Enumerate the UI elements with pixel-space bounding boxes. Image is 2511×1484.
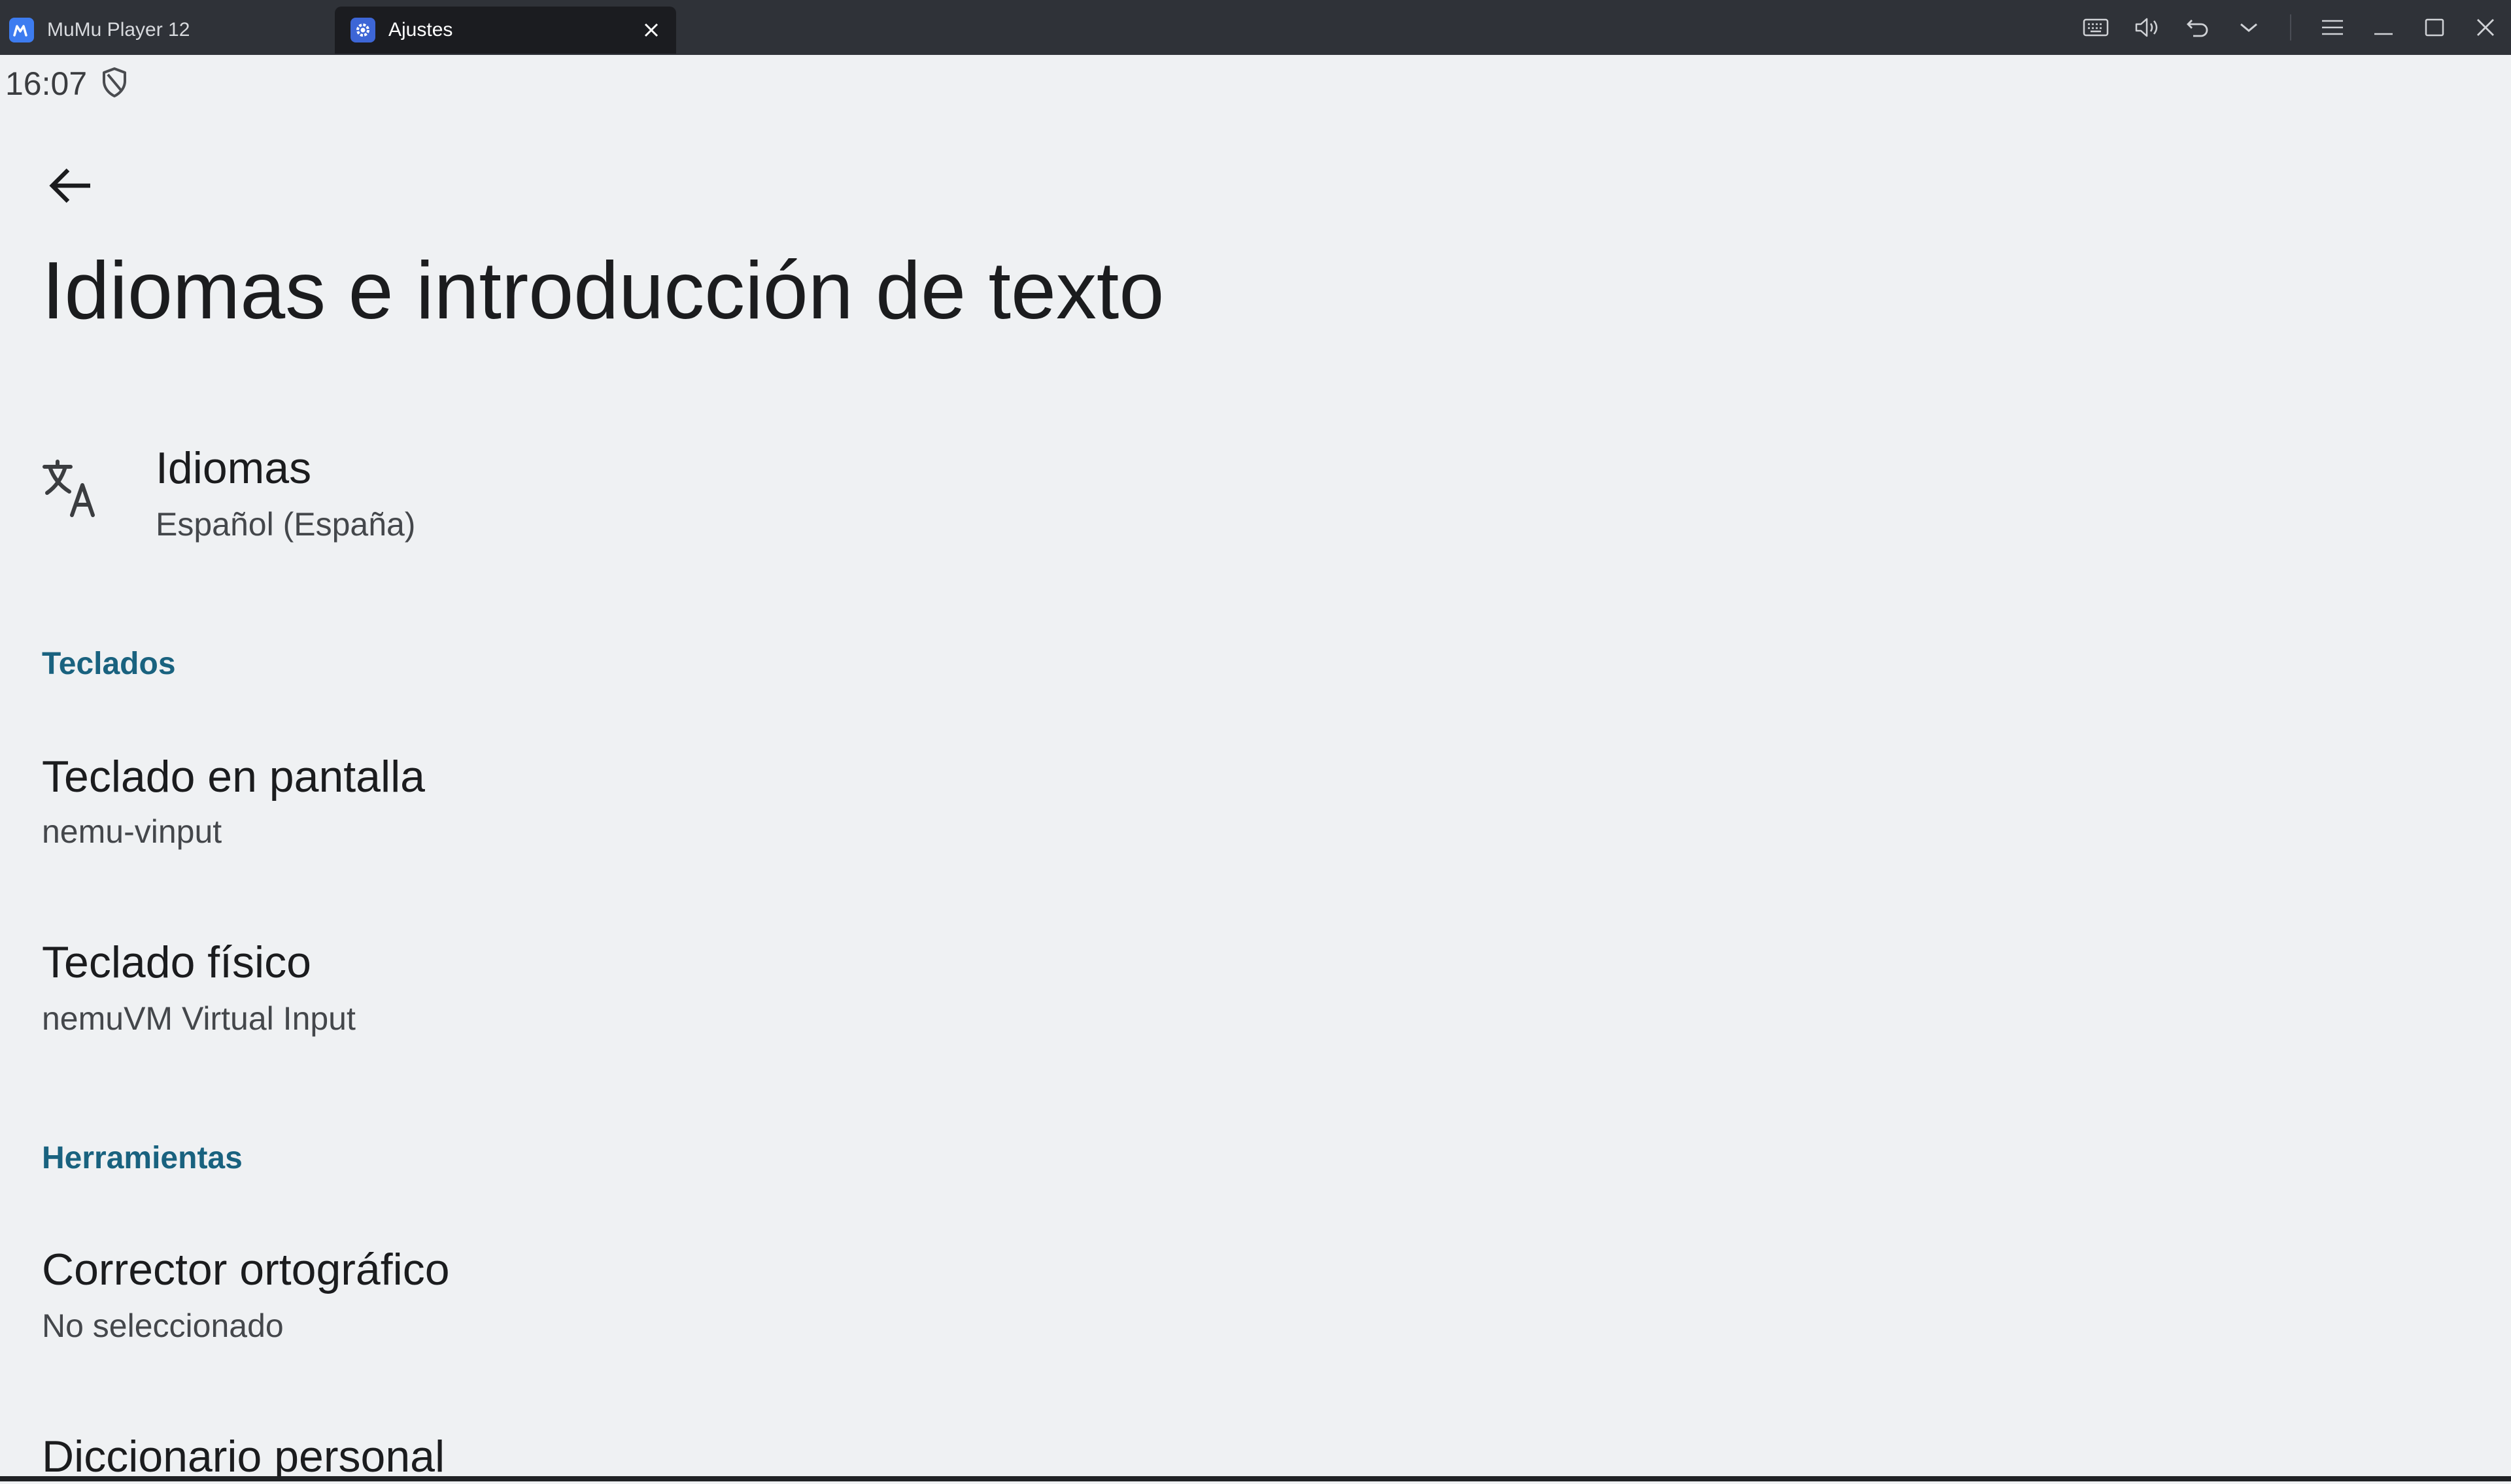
- window-bottom-border: [0, 1476, 2511, 1481]
- window-toolbar: [2070, 0, 2511, 55]
- page-title: Idiomas e introducción de texto: [42, 246, 1165, 336]
- menu-icon[interactable]: [2307, 0, 2358, 55]
- back-button[interactable]: [38, 154, 103, 220]
- tab-label: Ajustes: [388, 19, 453, 41]
- translate-icon: [41, 458, 103, 520]
- android-status-bar: 16:07: [5, 63, 128, 105]
- maximize-icon[interactable]: [2409, 0, 2460, 55]
- languages-subtitle: Español (España): [156, 506, 416, 543]
- mumu-logo-icon: [9, 18, 34, 42]
- toolbar-divider: [2290, 14, 2291, 41]
- close-window-icon[interactable]: [2460, 0, 2511, 55]
- tab-close-icon[interactable]: [638, 17, 664, 43]
- keyboard-icon[interactable]: [2070, 0, 2121, 55]
- onscreen-keyboard-title: Teclado en pantalla: [42, 752, 426, 801]
- arrow-back-icon: [48, 165, 93, 210]
- shield-icon: [101, 67, 128, 101]
- volume-icon[interactable]: [2121, 0, 2172, 55]
- rotate-undo-icon[interactable]: [2172, 0, 2223, 55]
- list-item-languages[interactable]: [0, 418, 2511, 569]
- chevron-down-icon[interactable]: [2223, 0, 2274, 55]
- section-header-keyboards: Teclados: [42, 647, 176, 681]
- list-item-physical-keyboard[interactable]: [0, 911, 2511, 1055]
- onscreen-keyboard-subtitle: nemu-vinput: [42, 813, 222, 850]
- minimize-icon[interactable]: [2358, 0, 2409, 55]
- tab-ajustes[interactable]: Ajustes: [335, 7, 676, 54]
- section-header-tools: Herramientas: [42, 1141, 243, 1175]
- window-titlebar: MuMu Player 12 Ajustes: [0, 0, 2511, 55]
- tab-label: MuMu Player 12: [47, 19, 190, 41]
- languages-title: Idiomas: [156, 443, 312, 493]
- physical-keyboard-title: Teclado físico: [42, 937, 311, 987]
- spell-checker-title: Corrector ortográfico: [42, 1245, 450, 1294]
- settings-gear-icon: [350, 18, 375, 42]
- physical-keyboard-subtitle: nemuVM Virtual Input: [42, 1000, 356, 1037]
- tab-mumu-player[interactable]: MuMu Player 12: [0, 7, 333, 54]
- status-time: 16:07: [5, 65, 88, 102]
- spell-checker-subtitle: No seleccionado: [42, 1307, 284, 1344]
